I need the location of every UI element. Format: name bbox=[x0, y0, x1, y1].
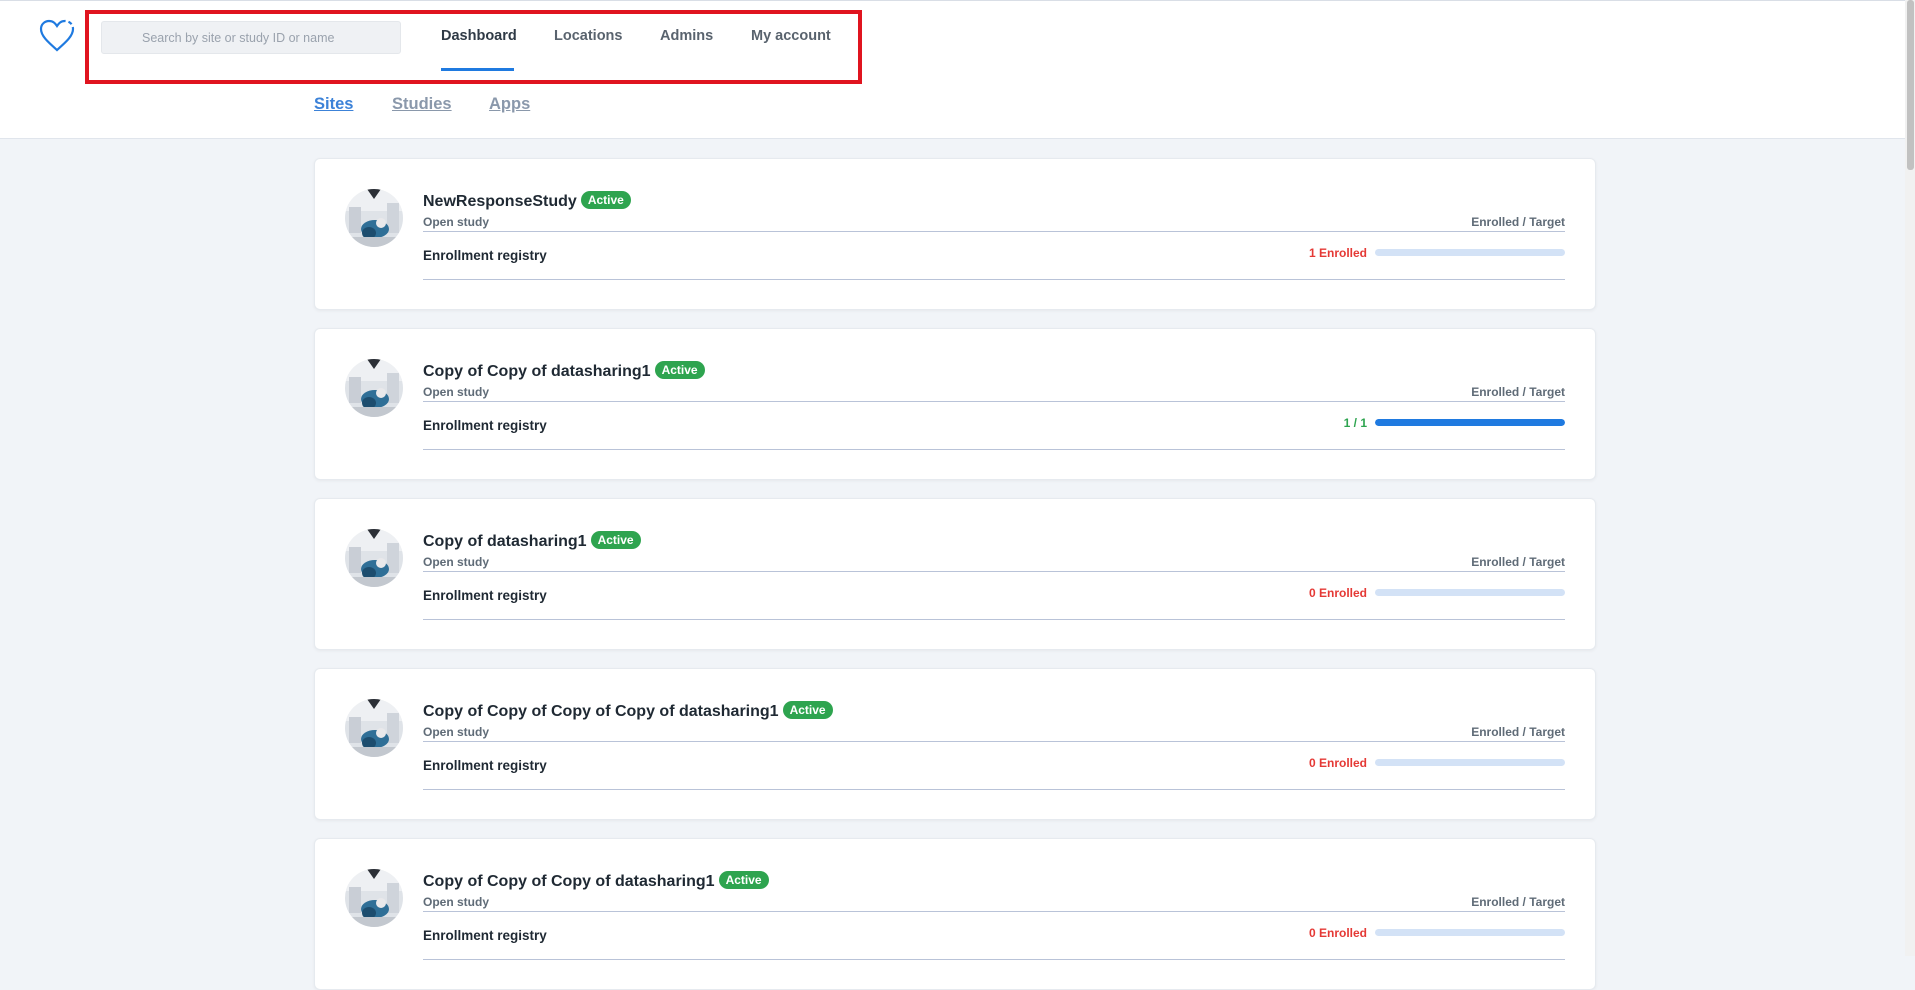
enrolled-count: 1 / 1 bbox=[1343, 416, 1367, 430]
registry-label: Enrollment registry bbox=[423, 928, 547, 943]
study-title[interactable]: Copy of Copy of Copy of Copy of datashar… bbox=[423, 701, 833, 721]
study-avatar bbox=[345, 869, 403, 927]
progress-fill bbox=[1375, 419, 1565, 426]
enrollment-progress-bar bbox=[1375, 929, 1565, 936]
study-avatar bbox=[345, 529, 403, 587]
study-title-text[interactable]: Copy of Copy of Copy of datasharing1 bbox=[423, 873, 715, 890]
tab-apps[interactable]: Apps bbox=[489, 95, 530, 114]
registry-label: Enrollment registry bbox=[423, 248, 547, 263]
divider bbox=[423, 619, 1565, 620]
enrollment-progress-bar bbox=[1375, 249, 1565, 256]
divider bbox=[423, 789, 1565, 790]
study-title-text[interactable]: Copy of Copy of datasharing1 bbox=[423, 363, 651, 380]
status-badge: Active bbox=[590, 531, 641, 549]
enrolled-count: 0 Enrolled bbox=[1308, 926, 1367, 940]
registry-label: Enrollment registry bbox=[423, 588, 547, 603]
study-card[interactable]: Copy of Copy of Copy of datasharing1 Acti… bbox=[314, 838, 1596, 990]
divider bbox=[423, 911, 1565, 912]
divider bbox=[423, 959, 1565, 960]
enrollment-progress-bar bbox=[1375, 759, 1565, 766]
divider bbox=[423, 401, 1565, 402]
study-type: Open study bbox=[423, 555, 490, 569]
study-type: Open study bbox=[423, 725, 490, 739]
highlight-annotation-box bbox=[85, 10, 862, 84]
study-title[interactable]: Copy of Copy of Copy of datasharing1 Acti… bbox=[423, 871, 769, 891]
divider bbox=[423, 571, 1565, 572]
tab-sites[interactable]: Sites bbox=[314, 95, 353, 114]
scrollbar-thumb[interactable] bbox=[1907, 0, 1914, 170]
heart-logo-icon[interactable] bbox=[38, 19, 76, 53]
enrolled-count: 0 Enrolled bbox=[1308, 586, 1367, 600]
enrolled-target-label: Enrolled / Target bbox=[1471, 555, 1565, 569]
study-avatar bbox=[345, 359, 403, 417]
registry-label: Enrollment registry bbox=[423, 758, 547, 773]
study-card[interactable]: Copy of Copy of datasharing1 Active Open … bbox=[314, 328, 1596, 480]
study-title[interactable]: Copy of Copy of datasharing1 Active bbox=[423, 361, 705, 381]
enrolled-count: 0 Enrolled bbox=[1308, 756, 1367, 770]
enrolled-target-label: Enrolled / Target bbox=[1471, 385, 1565, 399]
status-badge: Active bbox=[718, 871, 769, 889]
study-card[interactable]: Copy of Copy of Copy of Copy of datashar… bbox=[314, 668, 1596, 820]
divider bbox=[423, 449, 1565, 450]
enrollment-progress-bar bbox=[1375, 589, 1565, 596]
tab-studies[interactable]: Studies bbox=[392, 95, 452, 114]
enrolled-count: 1 Enrolled bbox=[1308, 246, 1367, 260]
study-title[interactable]: Copy of datasharing1 Active bbox=[423, 531, 641, 551]
study-title-text[interactable]: NewResponseStudy bbox=[423, 193, 577, 210]
study-type: Open study bbox=[423, 215, 490, 229]
study-title-text[interactable]: Copy of datasharing1 bbox=[423, 533, 587, 550]
enrolled-target-label: Enrolled / Target bbox=[1471, 725, 1565, 739]
enrollment-progress-bar bbox=[1375, 419, 1565, 426]
status-badge: Active bbox=[782, 701, 833, 719]
study-card[interactable]: Copy of datasharing1 Active Open study En… bbox=[314, 498, 1596, 650]
divider bbox=[423, 279, 1565, 280]
study-title[interactable]: NewResponseStudy Active bbox=[423, 191, 631, 211]
registry-label: Enrollment registry bbox=[423, 418, 547, 433]
study-title-text[interactable]: Copy of Copy of Copy of Copy of datashar… bbox=[423, 703, 779, 720]
study-avatar bbox=[345, 189, 403, 247]
divider bbox=[423, 741, 1565, 742]
study-card[interactable]: NewResponseStudy Active Open study Enroll… bbox=[314, 158, 1596, 310]
enrolled-target-label: Enrolled / Target bbox=[1471, 895, 1565, 909]
study-type: Open study bbox=[423, 895, 490, 909]
status-badge: Active bbox=[654, 361, 705, 379]
study-avatar bbox=[345, 699, 403, 757]
study-type: Open study bbox=[423, 385, 490, 399]
status-badge: Active bbox=[580, 191, 631, 209]
divider bbox=[423, 231, 1565, 232]
enrolled-target-label: Enrolled / Target bbox=[1471, 215, 1565, 229]
